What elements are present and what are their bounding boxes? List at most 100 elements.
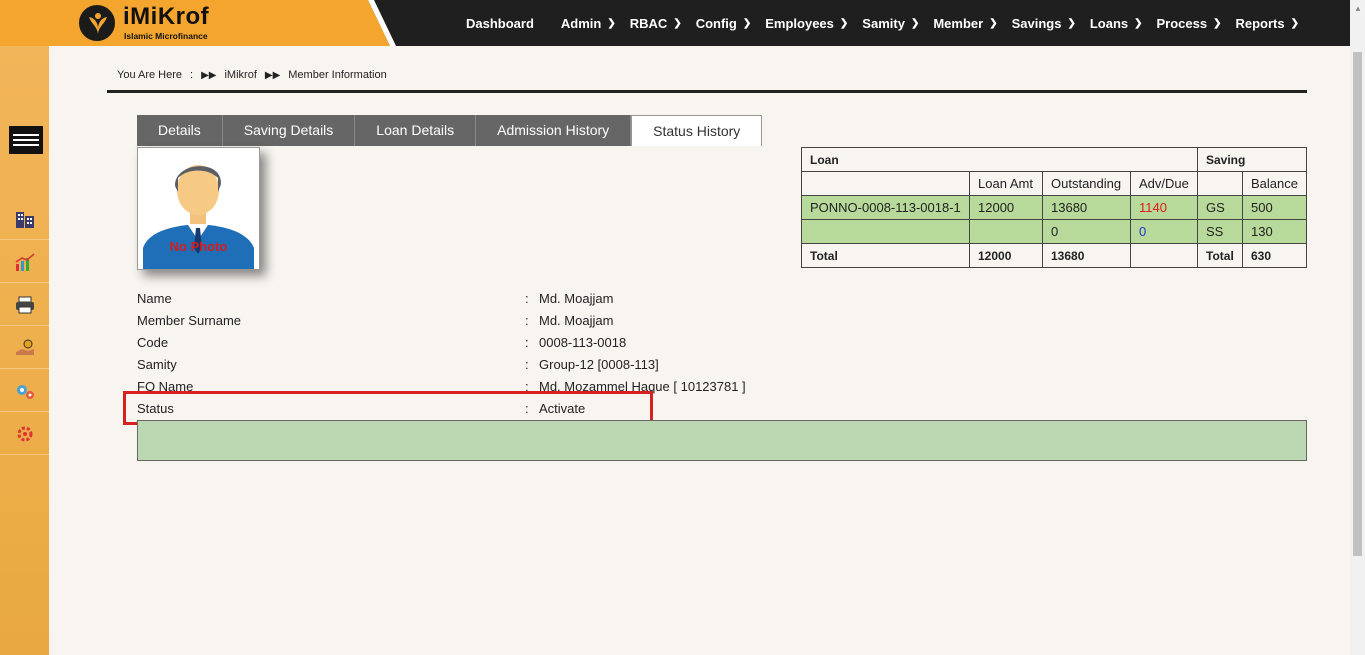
scroll-thumb[interactable] (1353, 52, 1362, 556)
loan-amt (969, 219, 1043, 244)
chevron-right-icon: ❯ (1290, 17, 1300, 29)
double-chevron-icon: ▶▶ (264, 69, 281, 81)
col-outstanding: Outstanding (1042, 171, 1131, 196)
tab-status-history[interactable]: Status History (631, 115, 763, 146)
field-label: Member Surname (137, 313, 242, 328)
scroll-up-arrow-icon[interactable]: ▲ (1354, 4, 1362, 13)
building-icon[interactable] (0, 198, 49, 240)
table-row: 0 0 SS 130 (801, 219, 1307, 244)
tab-saving-details[interactable]: Saving Details (222, 115, 356, 146)
chevron-right-icon: ❯ (673, 17, 682, 29)
settings-icon[interactable] (0, 413, 49, 455)
member-tabs: Details Saving Details Loan Details Admi… (137, 115, 763, 146)
balance: 130 (1242, 219, 1307, 244)
gears-icon[interactable] (0, 370, 49, 412)
nav-admin[interactable]: Admin ❯ (561, 16, 616, 31)
left-sidebar (0, 46, 49, 655)
chart-icon[interactable] (0, 241, 49, 283)
logo-leaf-icon[interactable] (77, 3, 117, 43)
nav-label: Dashboard (466, 15, 534, 31)
top-navigation: Dashboard Admin ❯ RBAC ❯ Config ❯ Employees ❯ Sam… (466, 0, 1313, 46)
tab-loan-details[interactable]: Loan Details (355, 115, 477, 146)
hamburger-menu-icon[interactable] (9, 126, 43, 154)
app-title[interactable]: iMiKrof (123, 3, 209, 31)
saving-header: Saving (1197, 147, 1307, 172)
breadcrumb: You Are Here : ▶▶ iMikrof ▶▶ Member Info… (117, 69, 387, 81)
field-value: Md. Moajjam (539, 313, 614, 328)
no-photo-label: No Photo (169, 239, 228, 254)
printer-icon[interactable] (0, 284, 49, 326)
breadcrumb-divider (107, 90, 1307, 93)
col-adv-due: Adv/Due (1130, 171, 1198, 196)
nav-label: Config (695, 15, 737, 31)
member-photo: No Photo (137, 147, 260, 270)
field-label: Samity (137, 357, 177, 372)
adv-due: 0 (1130, 219, 1198, 244)
chevron-right-icon: ❯ (1067, 17, 1076, 29)
nav-label: Admin (560, 15, 602, 31)
loan-code (801, 219, 970, 244)
breadcrumb-prefix: You Are Here (117, 69, 183, 81)
nav-label: Process (1156, 15, 1208, 31)
nav-label: Reports (1235, 15, 1285, 31)
chevron-right-icon: ❯ (607, 17, 616, 29)
chevron-right-icon: ❯ (1134, 17, 1143, 29)
nav-employees[interactable]: Employees ❯ (765, 16, 848, 31)
saving-type: GS (1197, 195, 1243, 220)
nav-rbac[interactable]: RBAC ❯ (630, 16, 682, 31)
adv-due: 1140 (1130, 195, 1198, 220)
breadcrumb-item-home[interactable]: iMikrof (224, 69, 256, 81)
nav-label: Savings (1011, 15, 1062, 31)
outstanding: 13680 (1042, 195, 1131, 220)
nav-samity[interactable]: Samity ❯ (862, 16, 919, 31)
top-header: iMiKrof Islamic Microfinance Dashboard Ad… (0, 0, 1350, 46)
tab-admission-history[interactable]: Admission History (476, 115, 632, 146)
total-balance: 630 (1242, 243, 1307, 268)
chevron-right-icon: ❯ (989, 17, 998, 29)
nav-process[interactable]: Process ❯ (1157, 16, 1222, 31)
field-label: Code (137, 335, 169, 350)
chevron-right-icon: ❯ (742, 17, 752, 29)
field-value: 0008-113-0018 (539, 335, 627, 350)
vertical-scrollbar[interactable]: ▲ (1350, 0, 1365, 655)
field-value: Group-12 [0008-113] (539, 357, 659, 372)
loan-code[interactable]: PONNO-0008-113-0018-1 (801, 195, 970, 220)
app-subtitle: Islamic Microfinance (124, 31, 208, 41)
breadcrumb-colon: : (190, 69, 194, 81)
total-label: Total (801, 243, 970, 268)
breadcrumb-item-current: Member Information (288, 69, 387, 81)
nav-savings[interactable]: Savings ❯ (1012, 16, 1076, 31)
nav-label: Member (933, 15, 984, 31)
hand-money-icon[interactable] (0, 327, 49, 369)
tab-details[interactable]: Details (137, 115, 223, 146)
total-outstanding: 13680 (1042, 243, 1131, 268)
chevron-right-icon: ❯ (1213, 17, 1222, 29)
nav-label: Employees (765, 15, 834, 31)
nav-member[interactable]: Member ❯ (933, 16, 997, 31)
total-saving-label: Total (1197, 243, 1243, 268)
nav-dashboard[interactable]: Dashboard (466, 16, 534, 31)
loan-saving-summary-table: Loan Saving Loan Amt Outstanding Adv/Due… (801, 147, 1307, 268)
table-row: PONNO-0008-113-0018-1 12000 13680 1140 G… (801, 195, 1307, 220)
nav-reports[interactable]: Reports ❯ (1236, 16, 1300, 31)
nav-label: RBAC (629, 15, 668, 31)
chevron-right-icon: ❯ (839, 17, 849, 29)
saving-type: SS (1197, 219, 1243, 244)
col-loan-amt: Loan Amt (969, 171, 1043, 196)
outstanding: 0 (1042, 219, 1131, 244)
table-total-row: Total 12000 13680 Total 630 (801, 243, 1307, 268)
chevron-right-icon: ❯ (910, 17, 920, 29)
col-balance: Balance (1242, 171, 1307, 196)
total-loan-amt: 12000 (969, 243, 1043, 268)
nav-config[interactable]: Config ❯ (696, 16, 752, 31)
total-adv-due (1130, 243, 1198, 268)
loan-header: Loan (801, 147, 1198, 172)
nav-loans[interactable]: Loans ❯ (1090, 16, 1143, 31)
field-value: Md. Moajjam (539, 291, 614, 306)
nav-label: Loans (1089, 15, 1129, 31)
table-header-row: Loan Saving (801, 147, 1307, 172)
status-history-panel (137, 420, 1307, 461)
double-chevron-icon: ▶▶ (201, 69, 217, 81)
field-label: Name (137, 291, 172, 306)
table-subheader-row: Loan Amt Outstanding Adv/Due Balance (801, 171, 1307, 196)
